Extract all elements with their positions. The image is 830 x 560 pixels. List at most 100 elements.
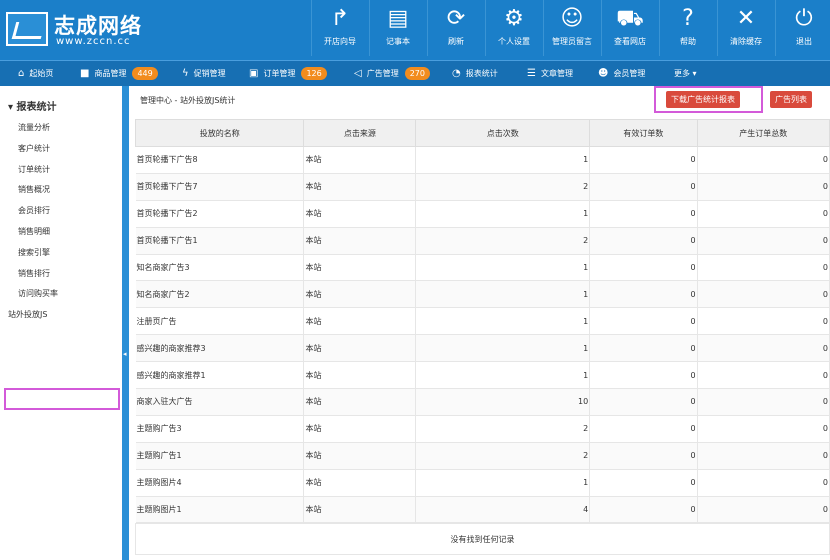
table-cell: 主题购广告3 xyxy=(135,415,305,443)
table-cell: 0 xyxy=(697,173,830,201)
breadcrumb: 管理中心 - 站外投放JS统计 xyxy=(140,96,236,105)
table-row: 主题购广告1 本站 2 0 0 xyxy=(135,442,830,470)
toolbar-label: 帮助 xyxy=(680,37,696,46)
table-cell: 4 xyxy=(415,496,591,524)
logo[interactable]: 志成网络 www.zccn.cc xyxy=(2,6,152,51)
nav-item-7[interactable]: ☻ 会员管理 xyxy=(598,61,645,87)
cart-icon: ⛟ xyxy=(616,6,644,31)
table-cell: 0 xyxy=(697,442,830,470)
table-cell: 感兴趣的商家推荐1 xyxy=(135,361,305,390)
toolbar-button-1[interactable]: ▤ 记事本 xyxy=(369,0,426,56)
toolbar-button-3[interactable]: ⚙ 个人设置 xyxy=(485,0,542,56)
table-cell: 本站 xyxy=(303,173,417,201)
table-cell: 本站 xyxy=(303,227,417,255)
toolbar-label: 管理员留言 xyxy=(552,37,592,46)
nav-item-5[interactable]: ◔ 报表统计 xyxy=(452,61,498,87)
table-cell: 首页轮播下广告2 xyxy=(135,200,305,228)
sidebar-item-5[interactable]: 销售明细 xyxy=(18,226,50,237)
table-cell: 0 xyxy=(697,200,830,228)
toolbar-button-7[interactable]: ✕ 清除缓存 xyxy=(717,0,774,56)
stats-table: 投放的名称 点击来源 点击次数 有效订单数 产生订单总数 首页轮播下广告8 本站 1 0 0 首页… xyxy=(134,119,830,524)
table-cell: 首页轮播下广告8 xyxy=(135,146,305,174)
table-row: 知名商家广告3 本站 1 0 0 xyxy=(135,254,830,282)
nav-item-3[interactable]: ▣ 订单管理 126 xyxy=(249,61,327,87)
sidebar-item-7[interactable]: 销售排行 xyxy=(18,268,50,279)
table-cell: 知名商家广告2 xyxy=(135,280,305,309)
table-cell: 本站 xyxy=(303,388,417,416)
table-cell: 1 xyxy=(415,146,591,174)
order-icon: ▣ xyxy=(249,68,259,79)
column-header[interactable]: 点击次数 xyxy=(415,119,591,147)
nav-item-4[interactable]: ◁ 广告管理 270 xyxy=(354,61,430,87)
toolbar-button-4[interactable]: ☺ 管理员留言 xyxy=(543,0,600,56)
sidebar-toggle[interactable] xyxy=(122,86,129,560)
collapse-arrow-icon[interactable]: ◂ xyxy=(123,350,127,358)
table-cell: 本站 xyxy=(303,146,417,174)
table-cell: 本站 xyxy=(303,361,417,390)
toolbar-label: 记事本 xyxy=(386,37,410,46)
table-cell: 0 xyxy=(589,442,698,470)
clear-icon: ✕ xyxy=(736,6,756,31)
nav-label: 订单管理 xyxy=(263,69,296,78)
toolbar-label: 个人设置 xyxy=(498,37,530,46)
table-cell: 0 xyxy=(589,415,698,443)
nav-item-6[interactable]: ☰ 文章管理 xyxy=(527,61,573,87)
table-cell: 2 xyxy=(415,173,591,201)
download-report-button[interactable]: 下载广告统计报表 xyxy=(666,91,740,108)
toolbar-button-0[interactable]: ↱ 开店向导 xyxy=(311,0,368,56)
nav-item-0[interactable]: ⌂ 起始页 xyxy=(18,61,53,87)
table-cell: 2 xyxy=(415,442,591,470)
toolbar-button-6[interactable]: ? 帮助 xyxy=(659,0,716,56)
sidebar-item-3[interactable]: 销售概况 xyxy=(18,184,50,195)
nav-item-8[interactable]: 更多 ▾ xyxy=(669,61,697,87)
table-cell: 0 xyxy=(697,146,830,174)
sidebar-item-9[interactable]: 站外投放JS xyxy=(8,309,47,320)
table-row: 主题购图片1 本站 4 0 0 xyxy=(135,496,830,524)
table-cell: 0 xyxy=(697,254,830,282)
column-header[interactable]: 产生订单总数 xyxy=(696,119,830,147)
toolbar-label: 退出 xyxy=(796,37,812,46)
table-cell: 主题购图片4 xyxy=(135,469,305,497)
toolbar-button-5[interactable]: ⛟ 查看网店 xyxy=(601,0,658,56)
sidebar-item-0[interactable]: 流量分析 xyxy=(18,122,50,133)
column-header[interactable]: 投放的名称 xyxy=(134,119,305,147)
table-row: 首页轮播下广告2 本站 1 0 0 xyxy=(135,200,830,228)
chevron-down-icon: ▾ xyxy=(690,69,697,78)
breadcrumb-root[interactable]: 管理中心 xyxy=(140,96,172,105)
toolbar-button-2[interactable]: ⟳ 刷新 xyxy=(427,0,484,56)
sidebar-item-1[interactable]: 客户统计 xyxy=(18,143,50,154)
table-row: 商家入驻大广告 本站 10 0 0 xyxy=(135,388,830,416)
table-row: 感兴趣的商家推荐3 本站 1 0 0 xyxy=(135,334,830,363)
share-arrow-icon: ↱ xyxy=(330,6,350,31)
table-cell: 首页轮播下广告7 xyxy=(135,173,305,201)
table-row: 首页轮播下广告7 本站 2 0 0 xyxy=(135,173,830,201)
nav-badge: 126 xyxy=(301,67,327,80)
table-cell: 0 xyxy=(697,496,830,524)
sidebar-item-8[interactable]: 访问购买率 xyxy=(18,288,58,299)
table-cell: 知名商家广告3 xyxy=(135,254,305,282)
table-cell: 注册页广告 xyxy=(135,307,305,336)
toolbar-label: 清除缓存 xyxy=(730,37,762,46)
sidebar-item-4[interactable]: 会员排行 xyxy=(18,205,50,216)
table-cell: 0 xyxy=(589,254,698,282)
main-content: 管理中心 - 站外投放JS统计 下载广告统计报表 广告列表 投放的名称 点击来源点… xyxy=(129,86,830,560)
nav-item-1[interactable]: ■ 商品管理 449 xyxy=(80,61,158,87)
sidebar-item-2[interactable]: 订单统计 xyxy=(18,164,50,175)
column-header[interactable]: 点击来源 xyxy=(303,119,417,147)
column-header[interactable]: 有效订单数 xyxy=(589,119,698,147)
nav-badge: 449 xyxy=(132,67,158,80)
table-cell: 2 xyxy=(415,415,591,443)
table-cell: 本站 xyxy=(303,496,417,524)
nav-item-2[interactable]: ϟ 促销管理 xyxy=(182,61,226,87)
table-cell: 感兴趣的商家推荐3 xyxy=(135,334,305,363)
table-cell: 0 xyxy=(697,307,830,336)
toolbar-label: 查看网店 xyxy=(614,37,646,46)
sidebar-heading[interactable]: ▾ 报表统计 xyxy=(8,98,57,113)
table-cell: 0 xyxy=(589,307,698,336)
toolbar-button-8[interactable]: ⏻ 退出 xyxy=(775,0,830,56)
table-cell: 0 xyxy=(697,334,830,363)
table-cell: 0 xyxy=(589,469,698,497)
ad-list-button[interactable]: 广告列表 xyxy=(770,91,812,108)
table-cell: 本站 xyxy=(303,200,417,228)
sidebar-item-6[interactable]: 搜索引擎 xyxy=(18,247,50,258)
